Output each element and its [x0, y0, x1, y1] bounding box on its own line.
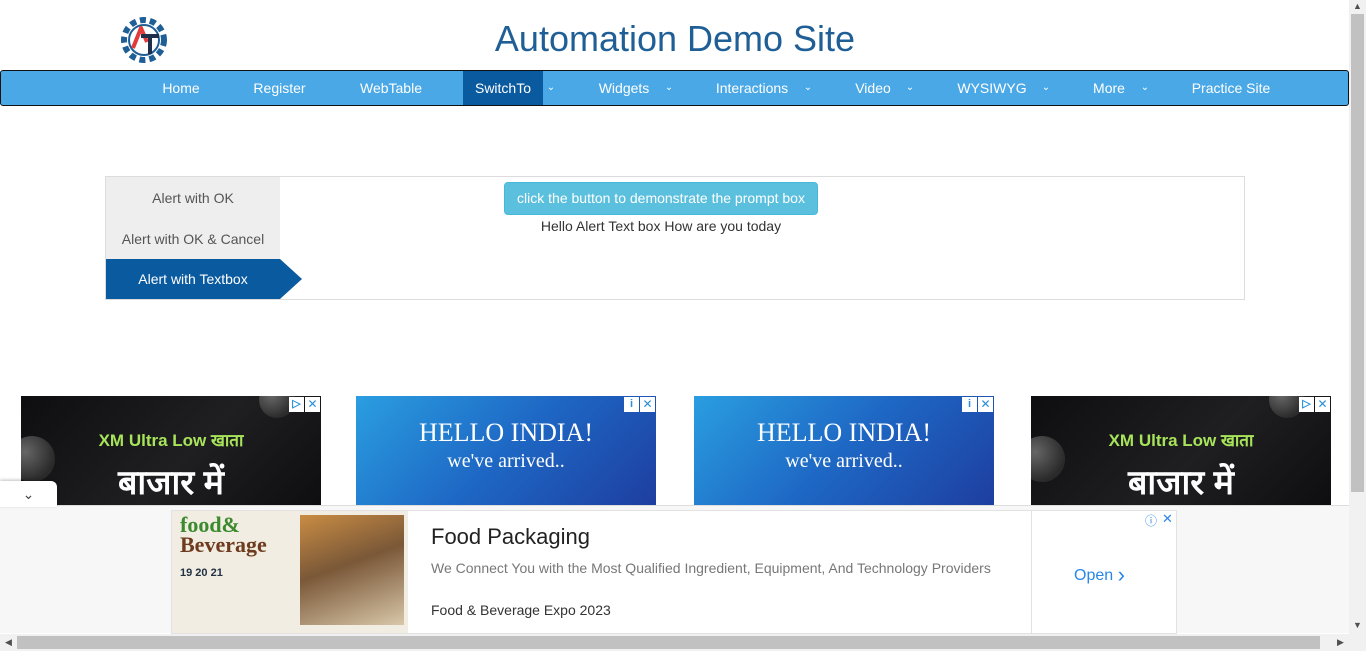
nav-video[interactable]: Video	[847, 71, 899, 105]
site-logo-icon[interactable]	[119, 14, 169, 66]
ad-info-icon[interactable]: i	[624, 397, 639, 412]
banner-close-icon[interactable]: ✕	[1162, 511, 1173, 527]
banner-divider	[1031, 511, 1032, 633]
banner-description: We Connect You with the Most Qualified I…	[431, 560, 991, 576]
nav-webtable[interactable]: WebTable	[346, 71, 436, 105]
banner-open-button[interactable]: Open ›	[1074, 562, 1125, 588]
ad-xm-right[interactable]: XM Ultra Low खाता बाजार में ▷ ✕	[1031, 396, 1331, 505]
nav-interactions[interactable]: Interactions	[703, 71, 801, 105]
tab-alert-ok-cancel[interactable]: Alert with OK & Cancel	[106, 219, 280, 259]
widgets-chevron-down-icon[interactable]: ⌄	[661, 71, 677, 105]
vertical-scroll-thumb[interactable]	[1351, 14, 1364, 492]
expo-logo-line2: Beverage	[180, 532, 267, 557]
ad-info-icon[interactable]: i	[962, 397, 977, 412]
nav-switchto[interactable]: SwitchTo	[463, 71, 543, 105]
nav-register[interactable]: Register	[241, 71, 318, 105]
ad-headline: XM Ultra Low खाता	[98, 431, 244, 450]
ad-info-icon[interactable]: ▷	[289, 397, 304, 412]
switchto-chevron-down-icon[interactable]: ⌄	[543, 71, 559, 105]
prompt-box-button[interactable]: click the button to demonstrate the prom…	[504, 182, 818, 215]
wysiwyg-chevron-down-icon[interactable]: ⌄	[1038, 71, 1054, 105]
ad-xm-left[interactable]: XM Ultra Low खाता बाजार में ▷ ✕	[21, 396, 321, 505]
ad-close-icon[interactable]: ✕	[978, 397, 993, 412]
ad-subline: we've arrived..	[447, 450, 565, 472]
interactions-chevron-down-icon[interactable]: ⌄	[800, 71, 816, 105]
collapse-ad-chevron-down-icon[interactable]: ⌄	[0, 481, 57, 507]
banner-info-icon[interactable]: ⓘ	[1145, 512, 1157, 529]
expo-photo	[300, 515, 404, 625]
expo-dates: 19 20 21	[180, 567, 223, 579]
ad-headline: HELLO INDIA!	[756, 418, 931, 447]
nav-wysiwyg[interactable]: WYSIWYG	[947, 71, 1037, 105]
prompt-result-text: Hello Alert Text box How are you today	[540, 218, 782, 234]
scroll-left-icon[interactable]: ◀	[0, 634, 17, 651]
tab-alert-ok[interactable]: Alert with OK	[106, 178, 280, 218]
main-nav: Home Register WebTable SwitchTo ⌄ Widget…	[0, 70, 1349, 106]
site-title: Automation Demo Site	[494, 18, 856, 59]
ad-hello-india-1[interactable]: HELLO INDIA! we've arrived.. i ✕	[356, 396, 656, 505]
ad-hello-india-2[interactable]: HELLO INDIA! we've arrived.. i ✕	[694, 396, 994, 505]
open-label: Open	[1074, 567, 1114, 584]
alert-tabs: Alert with OK Alert with OK & Cancel Ale…	[106, 177, 280, 299]
video-chevron-down-icon[interactable]: ⌄	[902, 71, 918, 105]
expo-logo-text: food& Beverage	[180, 514, 267, 557]
ad-headline: HELLO INDIA!	[418, 418, 593, 447]
ad-close-icon[interactable]: ✕	[305, 397, 320, 412]
scroll-right-icon[interactable]: ▶	[1332, 634, 1349, 651]
nav-practice-site[interactable]: Practice Site	[1181, 71, 1281, 105]
page: Automation Demo Site Home Register WebTa…	[0, 0, 1366, 651]
scroll-down-icon[interactable]: ▼	[1349, 617, 1366, 634]
ad-close-icon[interactable]: ✕	[1315, 397, 1330, 412]
ad-subline: बाजार में	[1128, 464, 1234, 502]
ad-headline: XM Ultra Low खाता	[1108, 431, 1254, 450]
horizontal-scroll-thumb[interactable]	[17, 636, 1320, 649]
banner-headline[interactable]: Food Packaging	[431, 524, 590, 550]
ad-subline: we've arrived..	[785, 450, 903, 472]
ad-info-icon[interactable]: ▷	[1299, 397, 1314, 412]
ad-close-icon[interactable]: ✕	[640, 397, 655, 412]
tab-alert-textbox[interactable]: Alert with Textbox	[106, 259, 280, 299]
banner-ad-image[interactable]: food& Beverage 19 20 21	[172, 511, 408, 633]
ad-subline: बाजार में	[118, 464, 224, 502]
more-chevron-down-icon[interactable]: ⌄	[1137, 71, 1153, 105]
nav-widgets[interactable]: Widgets	[586, 71, 662, 105]
active-tab-arrow	[280, 259, 302, 299]
nav-more[interactable]: More	[1085, 71, 1133, 105]
chevron-right-icon: ›	[1117, 562, 1125, 587]
banner-brand: Food & Beverage Expo 2023	[431, 602, 611, 618]
nav-home[interactable]: Home	[151, 71, 211, 105]
scroll-up-icon[interactable]: ▲	[1349, 0, 1366, 15]
